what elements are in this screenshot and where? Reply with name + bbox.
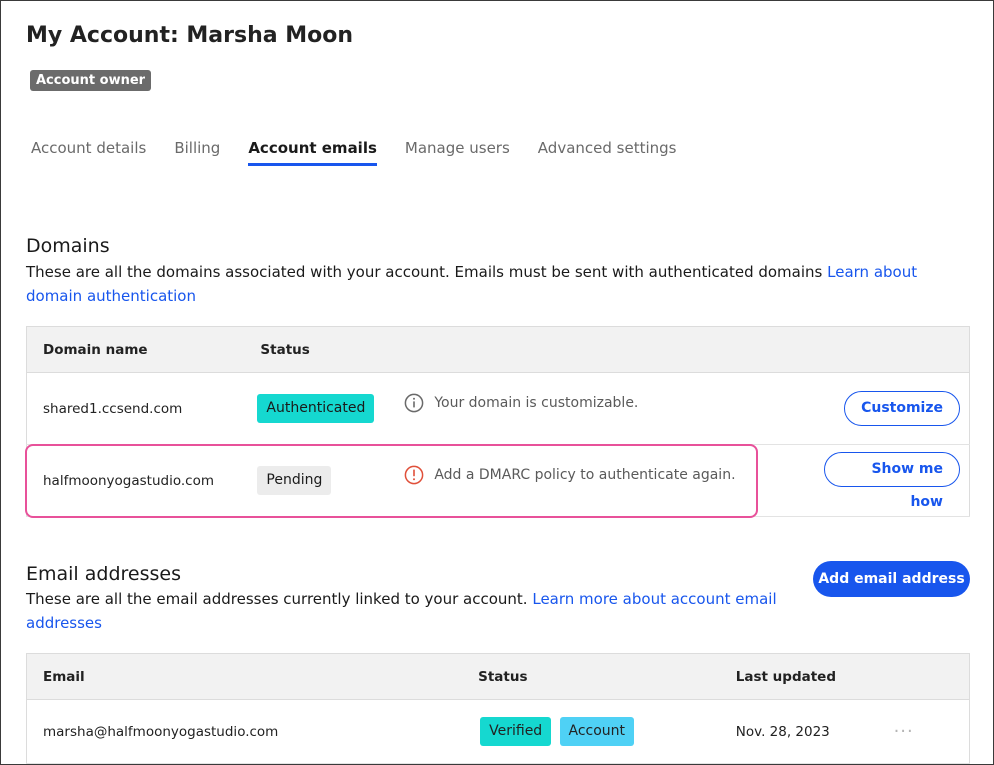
emails-table-header: Email Status Last updated (26, 653, 970, 700)
domains-description: These are all the domains associated wit… (26, 260, 971, 308)
tab-bar: Account details Billing Account emails M… (31, 139, 704, 166)
domain-note: Add a DMARC policy to authenticate again… (404, 465, 823, 485)
domain-name: shared1.ccsend.com (26, 372, 245, 445)
emails-description-text: These are all the email addresses curren… (26, 590, 533, 608)
emails-table: Email Status Last updated marsha@halfmoo… (26, 653, 970, 764)
domains-description-text: These are all the domains associated wit… (26, 263, 828, 281)
verified-badge: Verified (480, 717, 552, 746)
tab-manage-users[interactable]: Manage users (405, 139, 510, 166)
warning-icon (404, 465, 424, 484)
tab-account-details[interactable]: Account details (31, 139, 146, 166)
column-email: Email (26, 653, 463, 700)
emails-description: These are all the email addresses curren… (26, 587, 786, 635)
info-icon (404, 393, 424, 412)
column-menu-empty (889, 653, 970, 700)
domain-note-text: Your domain is customizable. (434, 394, 639, 411)
show-me-how-button[interactable]: Show me how (823, 451, 960, 510)
tab-account-emails[interactable]: Account emails (248, 139, 377, 166)
status-badge-pending: Pending (257, 466, 332, 495)
tab-advanced-settings[interactable]: Advanced settings (538, 139, 677, 166)
status-badge-authenticated: Authenticated (257, 394, 375, 423)
email-value: marsha@halfmoonyogastudio.com (26, 699, 463, 764)
customize-button[interactable]: Customize (844, 391, 960, 426)
domain-note: Your domain is customizable. (404, 393, 823, 413)
column-status: Status (244, 326, 405, 373)
column-note-empty (404, 326, 824, 373)
domains-table-header: Domain name Status (26, 326, 970, 373)
account-page: My Account: Marsha Moon Account owner Ac… (0, 0, 994, 765)
account-badge: Account (559, 717, 635, 746)
email-addresses-heading: Email addresses (26, 563, 181, 585)
more-options-icon[interactable]: ··· (894, 721, 914, 742)
domain-row: halfmoonyogastudio.com Pending Add a DMA… (26, 444, 970, 517)
domains-heading: Domains (26, 235, 110, 257)
column-action-empty (823, 326, 970, 373)
page-title: My Account: Marsha Moon (26, 23, 354, 48)
last-updated-value: Nov. 28, 2023 (735, 699, 890, 764)
domain-row: shared1.ccsend.com Authenticated Your do… (26, 372, 970, 445)
add-email-address-button[interactable]: Add email address (813, 561, 970, 597)
column-last-updated: Last updated (735, 653, 890, 700)
domains-table: Domain name Status shared1.ccsend.com Au… (26, 326, 970, 517)
tab-billing[interactable]: Billing (174, 139, 220, 166)
account-owner-badge: Account owner (30, 70, 152, 91)
column-domain-name: Domain name (26, 326, 245, 373)
email-row: marsha@halfmoonyogastudio.com Verified A… (26, 699, 970, 764)
column-status: Status (462, 653, 736, 700)
domain-name: halfmoonyogastudio.com (26, 444, 245, 517)
domain-note-text: Add a DMARC policy to authenticate again… (434, 466, 736, 483)
